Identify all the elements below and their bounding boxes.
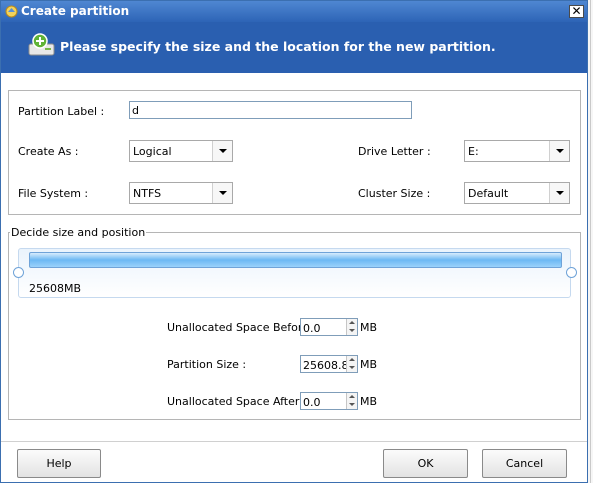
- header-text: Please specify the size and the location…: [60, 39, 496, 54]
- drive-letter-value: E:: [468, 145, 479, 158]
- app-icon: [5, 5, 18, 18]
- add-disk-icon: [28, 33, 55, 56]
- unallocated-before-value: 0.0: [303, 322, 321, 335]
- background-window-edge: [588, 0, 593, 483]
- close-button[interactable]: ✕: [569, 5, 584, 18]
- file-system-value: NTFS: [133, 187, 162, 200]
- create-partition-dialog: Create partition ✕ Please specify the si…: [0, 0, 588, 483]
- stepper-buttons[interactable]: [346, 319, 357, 335]
- unallocated-after-label: Unallocated Space After:: [167, 395, 303, 408]
- background-divider: [590, 0, 591, 483]
- unallocated-after-unit: MB: [360, 395, 378, 408]
- unallocated-before-stepper[interactable]: 0.0: [300, 318, 358, 336]
- right-resize-handle[interactable]: [566, 267, 577, 278]
- partition-bar-area: 25608MB: [18, 248, 571, 298]
- partition-bar-size: 25608MB: [29, 282, 82, 295]
- drive-letter-label: Drive Letter :: [358, 145, 431, 158]
- unallocated-after-value: 0.0: [303, 396, 321, 409]
- partition-size-label: Partition Size :: [167, 358, 247, 371]
- file-system-label: File System :: [18, 187, 89, 200]
- partition-size-unit: MB: [360, 358, 378, 371]
- partition-label-input[interactable]: d: [129, 101, 412, 119]
- close-icon: ✕: [571, 4, 582, 18]
- chevron-down-icon: [212, 183, 232, 203]
- footer-divider: [1, 441, 587, 442]
- cancel-button[interactable]: Cancel: [482, 449, 567, 478]
- partition-label-label: Partition Label :: [18, 105, 105, 118]
- unallocated-after-stepper[interactable]: 0.0: [300, 392, 358, 410]
- ok-button[interactable]: OK: [383, 449, 468, 478]
- help-button[interactable]: Help: [17, 449, 101, 478]
- partition-size-value: 25608.8: [303, 359, 349, 372]
- size-position-legend: Decide size and position: [10, 226, 147, 239]
- file-system-dropdown[interactable]: NTFS: [129, 182, 233, 204]
- stepper-buttons[interactable]: [346, 356, 357, 372]
- create-as-dropdown[interactable]: Logical: [129, 140, 233, 162]
- unallocated-before-label: Unallocated Space Before:: [167, 321, 313, 334]
- chevron-down-icon: [549, 141, 569, 161]
- partition-bar[interactable]: [29, 252, 562, 268]
- partition-label-value: d: [132, 104, 139, 117]
- partition-size-stepper[interactable]: 25608.8: [300, 355, 358, 373]
- chevron-down-icon: [549, 183, 569, 203]
- create-as-value: Logical: [133, 145, 172, 158]
- window-title: Create partition: [21, 4, 130, 18]
- create-as-label: Create As :: [18, 145, 79, 158]
- stepper-buttons[interactable]: [346, 393, 357, 409]
- cluster-size-value: Default: [468, 187, 509, 200]
- cluster-size-dropdown[interactable]: Default: [464, 182, 570, 204]
- cluster-size-label: Cluster Size :: [358, 187, 431, 200]
- chevron-down-icon: [212, 141, 232, 161]
- header-banner: Please specify the size and the location…: [1, 22, 587, 73]
- drive-letter-dropdown[interactable]: E:: [464, 140, 570, 162]
- left-resize-handle[interactable]: [13, 267, 24, 278]
- title-bar[interactable]: Create partition ✕: [1, 1, 587, 22]
- unallocated-before-unit: MB: [360, 321, 378, 334]
